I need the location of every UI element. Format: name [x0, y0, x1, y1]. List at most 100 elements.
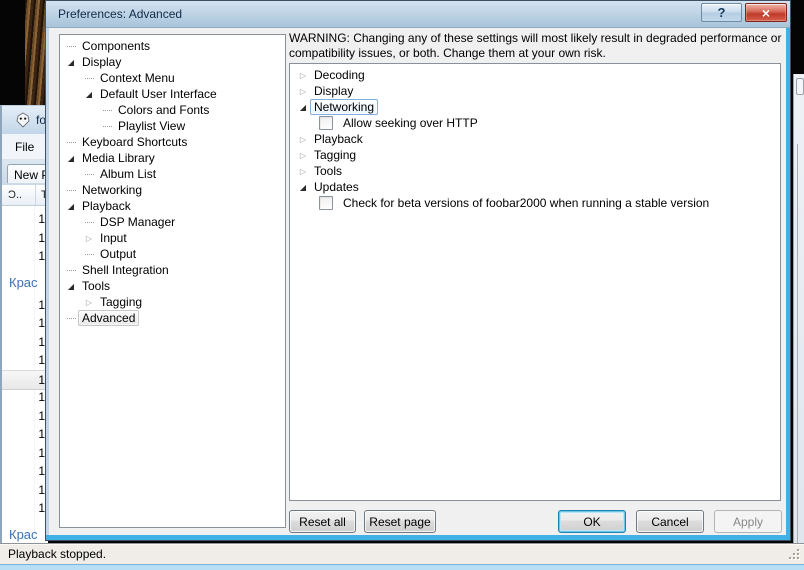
playlist-row[interactable]: 1 — [2, 425, 48, 443]
playlist-row[interactable]: 1 — [2, 407, 48, 425]
right-tree-item-label[interactable]: Tools — [310, 163, 346, 179]
scrollbar-button[interactable] — [796, 78, 804, 95]
playlist-row[interactable]: 1 — [2, 462, 48, 480]
tree-expanded-icon[interactable]: ◢ — [82, 86, 96, 102]
left-tree-item-label[interactable]: Display — [78, 54, 125, 70]
playlist-row[interactable]: 1 — [2, 210, 48, 228]
resize-grip[interactable] — [788, 548, 801, 561]
left-tree-item-label[interactable]: Colors and Fonts — [114, 102, 213, 118]
playlist-row[interactable]: 1 — [2, 247, 48, 265]
tree-collapsed-icon[interactable]: ▷ — [296, 67, 310, 83]
playlist-group-header[interactable]: Крас — [9, 272, 38, 294]
tree-collapsed-icon[interactable]: ▷ — [296, 83, 310, 99]
checkbox[interactable] — [319, 196, 333, 210]
tree-expanded-icon[interactable]: ◢ — [64, 198, 78, 214]
left-tree-item-display[interactable]: ◢ Display — [60, 54, 285, 70]
playlist-row[interactable]: 1 — [2, 481, 48, 499]
advanced-settings-tree[interactable]: ▷ Decoding ▷ Display ◢ Networking Allow seekin… — [289, 63, 781, 501]
playlist-row[interactable]: 1 — [2, 499, 48, 517]
playlist-row[interactable]: 1 — [2, 444, 48, 462]
right-tree-item-updates[interactable]: ◢ Updates — [290, 179, 780, 195]
playlist-row-selected[interactable]: 1 — [2, 370, 48, 390]
left-tree-item-shell-integration[interactable]: Shell Integration — [60, 262, 285, 278]
setting-check-for-beta-versions-of-foobar2000-when-running-a-stable-version[interactable]: Check for beta versions of foobar2000 wh… — [290, 195, 780, 211]
left-tree-item-label[interactable]: Keyboard Shortcuts — [78, 134, 191, 150]
left-tree-item-output[interactable]: Output — [60, 246, 285, 262]
left-tree-item-label[interactable]: Tagging — [96, 294, 146, 310]
right-tree-item-label[interactable]: Display — [310, 83, 357, 99]
left-tree-item-tools[interactable]: ◢ Tools — [60, 278, 285, 294]
preferences-tree[interactable]: Components ◢ Display Context Menu ◢ Default U… — [59, 34, 286, 528]
left-tree-item-label[interactable]: Input — [96, 230, 131, 246]
left-tree-item-label[interactable]: Context Menu — [96, 70, 179, 86]
right-tree-item-tagging[interactable]: ▷ Tagging — [290, 147, 780, 163]
right-tree-item-label[interactable]: Playback — [310, 131, 367, 147]
left-tree-item-label[interactable]: Default User Interface — [96, 86, 221, 102]
playlist[interactable]: 1 1 1 Крас 1 1 1 1 1 1 1 1 1 1 1 1 Крас — [2, 206, 48, 544]
left-tree-item-colors-and-fonts[interactable]: Colors and Fonts — [60, 102, 285, 118]
help-button[interactable]: ? — [701, 3, 742, 22]
cancel-button[interactable]: Cancel — [636, 510, 704, 533]
playlist-row[interactable]: 1 — [2, 229, 48, 247]
menu-file[interactable]: File — [15, 140, 34, 154]
setting-label[interactable]: Check for beta versions of foobar2000 wh… — [339, 195, 713, 211]
tree-expanded-icon[interactable]: ◢ — [296, 179, 310, 195]
left-tree-item-input[interactable]: ▷ Input — [60, 230, 285, 246]
left-tree-item-label[interactable]: Shell Integration — [78, 262, 173, 278]
left-tree-item-label[interactable]: Advanced — [78, 310, 140, 326]
dialog-titlebar[interactable]: Preferences: Advanced — [46, 1, 790, 28]
left-tree-item-label[interactable]: Components — [78, 38, 154, 54]
left-tree-item-album-list[interactable]: Album List — [60, 166, 285, 182]
column-header-playing[interactable]: Ɔ.. — [2, 185, 36, 205]
left-tree-item-label[interactable]: DSP Manager — [96, 214, 179, 230]
tree-collapsed-icon[interactable]: ▷ — [296, 131, 310, 147]
close-button[interactable]: × — [745, 3, 787, 22]
right-tree-item-label[interactable]: Updates — [310, 179, 363, 195]
right-tree-item-tools[interactable]: ▷ Tools — [290, 163, 780, 179]
checkbox[interactable] — [319, 116, 333, 130]
playlist-row[interactable]: 1 — [2, 296, 48, 314]
left-tree-item-tagging[interactable]: ▷ Tagging — [60, 294, 285, 310]
tree-expanded-icon[interactable]: ◢ — [64, 278, 78, 294]
left-tree-item-playlist-view[interactable]: Playlist View — [60, 118, 285, 134]
right-tree-item-label[interactable]: Decoding — [310, 67, 369, 83]
tree-collapsed-icon[interactable]: ▷ — [296, 163, 310, 179]
left-tree-item-context-menu[interactable]: Context Menu — [60, 70, 285, 86]
playlist-row[interactable]: 1 — [2, 388, 48, 406]
right-tree-item-label[interactable]: Networking — [310, 99, 379, 115]
player-titlebar[interactable]: foob — [2, 106, 48, 134]
left-tree-item-label[interactable]: Tools — [78, 278, 114, 294]
left-tree-item-label[interactable]: Album List — [96, 166, 160, 182]
left-tree-item-label[interactable]: Networking — [78, 182, 146, 198]
left-tree-item-label[interactable]: Playback — [78, 198, 135, 214]
setting-allow-seeking-over-http[interactable]: Allow seeking over HTTP — [290, 115, 780, 131]
playlist-row[interactable]: 1 — [2, 333, 48, 351]
left-tree-item-playback[interactable]: ◢ Playback — [60, 198, 285, 214]
left-tree-item-advanced[interactable]: Advanced — [60, 310, 285, 326]
left-tree-item-label[interactable]: Media Library — [78, 150, 159, 166]
right-tree-item-display[interactable]: ▷ Display — [290, 83, 780, 99]
left-tree-item-label[interactable]: Output — [96, 246, 140, 262]
ok-button[interactable]: OK — [558, 510, 626, 533]
playlist-group-header[interactable]: Крас — [9, 524, 38, 544]
right-tree-item-playback[interactable]: ▷ Playback — [290, 131, 780, 147]
left-tree-item-media-library[interactable]: ◢ Media Library — [60, 150, 285, 166]
tree-collapsed-icon[interactable]: ▷ — [82, 294, 96, 310]
playlist-row[interactable]: 1 — [2, 351, 48, 369]
setting-label[interactable]: Allow seeking over HTTP — [339, 115, 482, 131]
playlist-row[interactable]: 1 — [2, 314, 48, 332]
tree-expanded-icon[interactable]: ◢ — [296, 99, 310, 115]
reset-page-button[interactable]: Reset page — [364, 510, 436, 533]
left-tree-item-default-user-interface[interactable]: ◢ Default User Interface — [60, 86, 285, 102]
left-tree-item-components[interactable]: Components — [60, 38, 285, 54]
tab-new-playlist[interactable]: New Pl — [7, 164, 48, 183]
apply-button[interactable]: Apply — [714, 510, 782, 533]
tree-collapsed-icon[interactable]: ▷ — [82, 230, 96, 246]
reset-all-button[interactable]: Reset all — [289, 510, 356, 533]
left-tree-item-label[interactable]: Playlist View — [114, 118, 189, 134]
left-tree-item-keyboard-shortcuts[interactable]: Keyboard Shortcuts — [60, 134, 285, 150]
right-tree-item-label[interactable]: Tagging — [310, 147, 360, 163]
right-tree-item-decoding[interactable]: ▷ Decoding — [290, 67, 780, 83]
left-tree-item-dsp-manager[interactable]: DSP Manager — [60, 214, 285, 230]
left-tree-item-networking[interactable]: Networking — [60, 182, 285, 198]
